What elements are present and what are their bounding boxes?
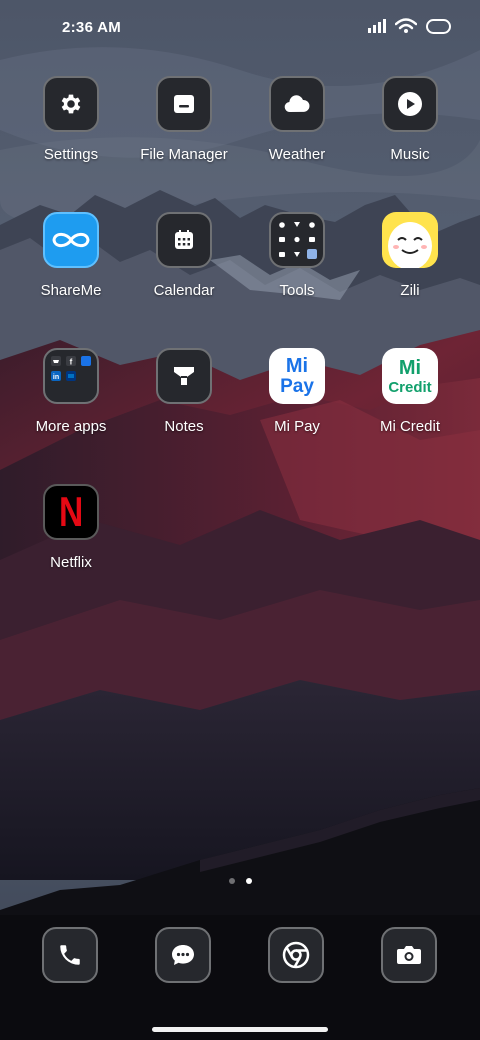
messaging-icon (155, 927, 211, 983)
mi-credit-logo-text: Credit (388, 378, 432, 396)
app-folder-more-apps[interactable]: f in More apps (15, 348, 127, 435)
app-zili[interactable]: Zili (354, 212, 466, 299)
app-label: Weather (268, 146, 326, 163)
app-music[interactable]: Music (354, 76, 466, 163)
app-label: ShareMe (40, 282, 102, 299)
mi-credit-logo: Mi Credit (382, 348, 438, 404)
app-mi-credit[interactable]: Mi Credit Mi Credit (354, 348, 466, 435)
dock-camera[interactable] (381, 927, 437, 983)
infinity-icon (43, 212, 99, 268)
funnel-note-icon (156, 348, 212, 404)
page-indicator (0, 878, 480, 884)
app-label: Netflix (50, 554, 92, 571)
cloud-icon (269, 76, 325, 132)
status-bar: 2:36 AM (0, 0, 480, 56)
svg-text:in: in (53, 374, 59, 381)
app-shareme[interactable]: ShareMe (15, 212, 127, 299)
app-label: Notes (164, 418, 204, 435)
tools-folder-icon (269, 212, 325, 268)
apps-folder-icon: f in (43, 348, 99, 404)
dock-messaging[interactable] (155, 927, 211, 983)
mi-credit-logo-mi: Mi (398, 356, 422, 379)
play-icon (382, 76, 438, 132)
dock-phone[interactable] (42, 927, 98, 983)
folder-icon (156, 76, 212, 132)
battery-icon (426, 18, 451, 34)
app-label: Mi Credit (379, 418, 440, 435)
svg-text:f: f (70, 358, 73, 367)
app-label: Settings (43, 146, 99, 163)
page-dot-1[interactable] (228, 878, 235, 884)
gear-icon (43, 76, 99, 132)
netflix-logo: N (43, 484, 99, 540)
app-mi-pay[interactable]: Mi Pay Mi Pay (241, 348, 353, 435)
app-label: Tools (279, 282, 315, 299)
app-folder-tools[interactable]: Tools (241, 212, 353, 299)
page-dot-2-active[interactable] (245, 878, 252, 884)
app-file-manager[interactable]: File Manager (128, 76, 240, 163)
home-gesture-bar[interactable] (152, 1027, 328, 1032)
mi-pay-logo: Mi Pay (269, 348, 325, 404)
app-label: Calendar (153, 282, 215, 299)
netflix-logo-letter: N (58, 488, 84, 535)
calendar-icon (156, 212, 212, 268)
status-time: 2:36 AM (62, 19, 122, 36)
app-label: Zili (400, 282, 420, 299)
mi-pay-logo-text: Pay (280, 376, 314, 397)
status-icons (368, 18, 452, 34)
wifi-icon (395, 18, 417, 33)
mi-pay-logo-mi: Mi (285, 355, 309, 377)
camera-icon (381, 927, 437, 983)
smiley-face-icon (382, 212, 438, 268)
phone-icon (42, 927, 98, 983)
signal-icon (368, 19, 386, 33)
app-label: Music (390, 146, 430, 163)
app-label: Mi Pay (274, 418, 320, 435)
app-calendar[interactable]: Calendar (128, 212, 240, 299)
app-label: File Manager (140, 146, 228, 163)
app-weather[interactable]: Weather (241, 76, 353, 163)
app-netflix[interactable]: N Netflix (15, 484, 127, 571)
app-settings[interactable]: Settings (15, 76, 127, 163)
dock-chrome[interactable] (268, 927, 324, 983)
app-label: More apps (35, 418, 107, 435)
chrome-icon (268, 927, 324, 983)
app-notes[interactable]: Notes (128, 348, 240, 435)
